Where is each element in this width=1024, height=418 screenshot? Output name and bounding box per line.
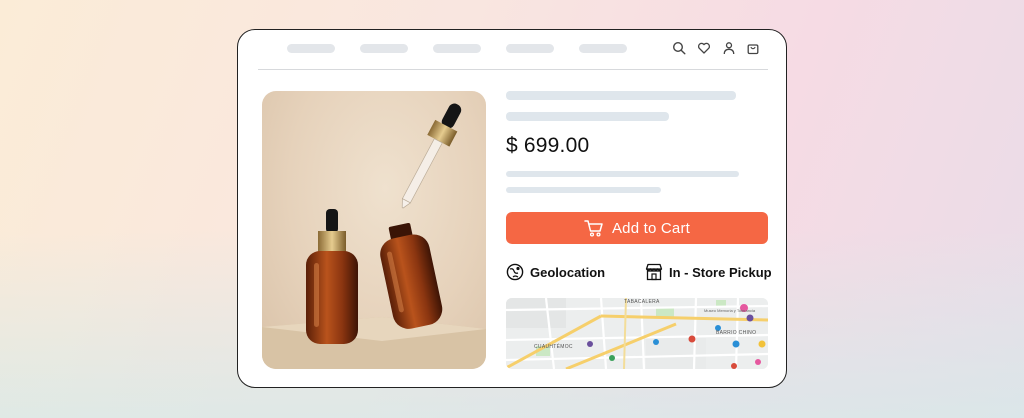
price: $ 699.00 — [506, 134, 590, 157]
map-label: Museo Memoria y Tolerancia — [704, 308, 756, 313]
geolocation-icon — [506, 263, 524, 281]
description-skeleton-line — [506, 171, 739, 177]
feature-label: Geolocation — [530, 264, 606, 280]
cart-icon — [584, 220, 603, 237]
dropper — [401, 103, 462, 209]
nav-item-placeholder[interactable] — [506, 44, 554, 53]
top-nav — [238, 30, 786, 70]
nav-item-placeholder[interactable] — [287, 44, 335, 53]
description-skeleton-line — [506, 187, 661, 193]
add-to-cart-label: Add to Cart — [611, 219, 691, 237]
bag-icon[interactable] — [746, 41, 760, 55]
bottle-left — [306, 209, 358, 344]
nav-item-placeholder[interactable] — [360, 44, 408, 53]
map-label: CUAUHTÉMOC — [534, 344, 573, 350]
feature-store-pickup[interactable]: In - Store Pickup — [645, 262, 772, 282]
nav-item-placeholder[interactable] — [433, 44, 481, 53]
heart-icon[interactable] — [697, 41, 711, 55]
feature-label: In - Store Pickup — [669, 264, 772, 280]
add-to-cart-button[interactable]: Add to Cart — [506, 212, 768, 244]
product-image — [262, 91, 486, 369]
product-card: $ 699.00 Add to Cart Geolocation In - St… — [237, 29, 787, 388]
feature-geolocation[interactable]: Geolocation — [506, 262, 605, 282]
user-icon[interactable] — [722, 41, 736, 55]
nav-divider — [258, 69, 768, 70]
store-icon — [645, 263, 663, 281]
map-label: BARRIO CHINO — [716, 330, 757, 336]
bottle-right — [380, 223, 443, 329]
subtitle-skeleton-line — [506, 112, 669, 121]
search-icon[interactable] — [672, 41, 686, 55]
location-map[interactable]: TABACALERA BARRIO CHINO CUAUHTÉMOC Museo… — [506, 298, 768, 369]
nav-item-placeholder[interactable] — [579, 44, 627, 53]
title-skeleton-line — [506, 91, 736, 100]
map-label: TABACALERA — [624, 299, 660, 305]
